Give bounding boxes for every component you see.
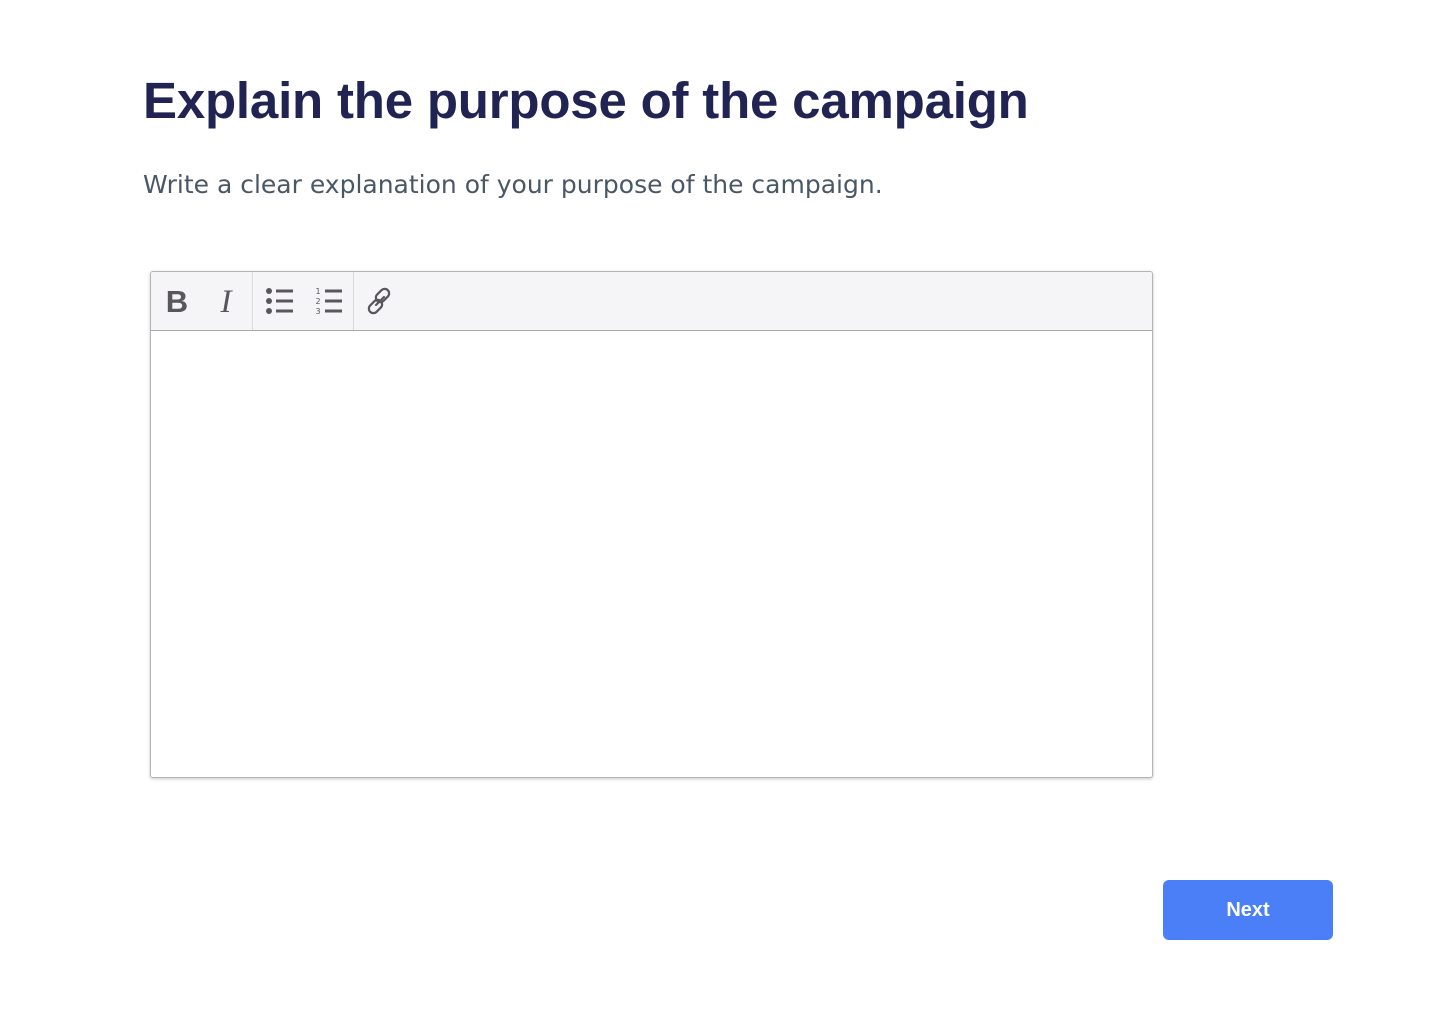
rich-text-editor: B I 1 2 3 bbox=[150, 271, 1153, 778]
link-icon bbox=[367, 287, 391, 315]
editor-toolbar: B I 1 2 3 bbox=[151, 272, 1152, 331]
svg-text:1: 1 bbox=[315, 287, 320, 296]
page-subtitle: Write a clear explanation of your purpos… bbox=[143, 170, 883, 199]
link-button[interactable] bbox=[360, 281, 400, 321]
bulleted-list-icon bbox=[266, 288, 293, 314]
page: Explain the purpose of the campaign Writ… bbox=[0, 0, 1440, 1024]
page-title: Explain the purpose of the campaign bbox=[143, 72, 1029, 129]
svg-text:3: 3 bbox=[315, 307, 320, 316]
bulleted-list-button[interactable] bbox=[260, 281, 300, 321]
italic-button[interactable]: I bbox=[206, 281, 246, 321]
bold-icon: B bbox=[166, 286, 188, 316]
toolbar-group-formatting: B I bbox=[151, 272, 253, 330]
toolbar-group-lists: 1 2 3 bbox=[253, 272, 354, 330]
svg-text:B: B bbox=[166, 286, 188, 316]
italic-icon: I bbox=[220, 286, 234, 316]
svg-text:2: 2 bbox=[315, 297, 320, 306]
bold-button[interactable]: B bbox=[157, 281, 197, 321]
numbered-list-icon: 1 2 3 bbox=[315, 287, 342, 316]
svg-text:I: I bbox=[220, 286, 234, 316]
next-button[interactable]: Next bbox=[1163, 880, 1333, 940]
editor-text-area[interactable] bbox=[151, 331, 1152, 777]
numbered-list-button[interactable]: 1 2 3 bbox=[309, 281, 349, 321]
